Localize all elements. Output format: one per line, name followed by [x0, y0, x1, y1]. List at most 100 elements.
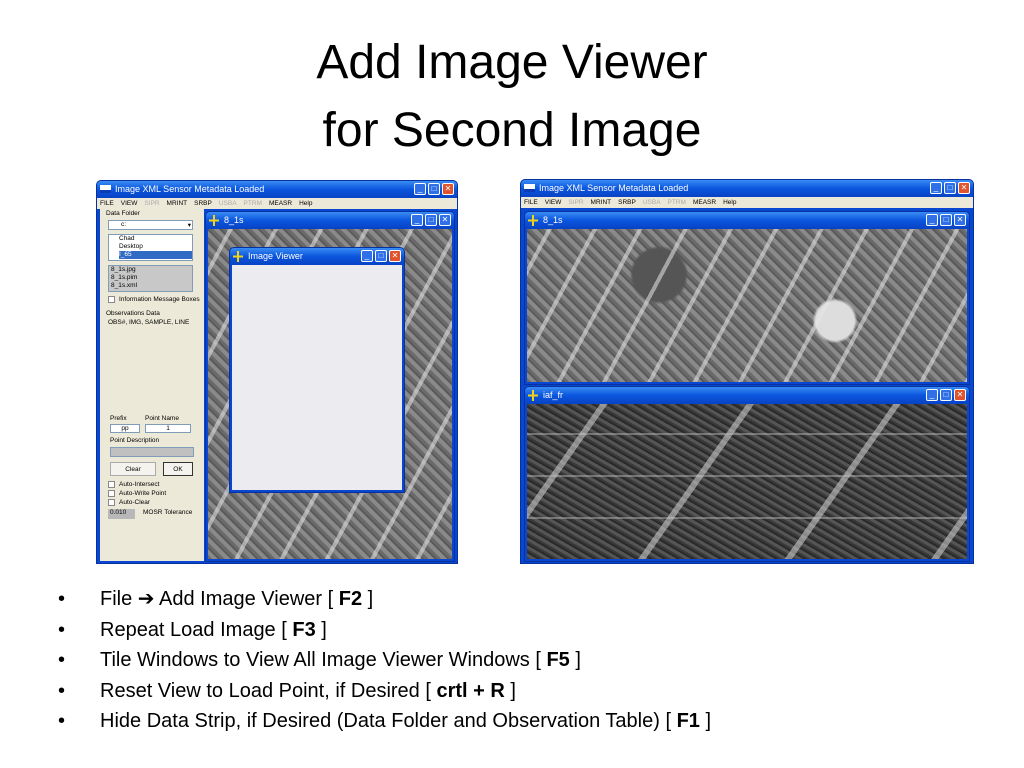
image-window-icon	[528, 390, 538, 401]
menu-srbp[interactable]: SRBP	[194, 198, 212, 209]
maximize-button[interactable]: □	[940, 214, 952, 226]
menu-mrint[interactable]: MRINT	[167, 198, 188, 209]
app-icon	[524, 184, 535, 192]
auto-clear-label: Auto-Clear	[119, 499, 151, 506]
app-window-left: Image XML Sensor Metadata Loaded _ □ ✕ FIL…	[96, 180, 458, 564]
maximize-button[interactable]: □	[944, 182, 956, 194]
menu-file[interactable]: FILE	[100, 198, 114, 209]
window-title: Image XML Sensor Metadata Loaded	[539, 183, 689, 193]
window-title: 8_1s	[224, 215, 244, 225]
point-name-label: Point Name	[145, 415, 179, 422]
menu-srbp[interactable]: SRBP	[618, 197, 636, 208]
minimize-button[interactable]: _	[926, 214, 938, 226]
clear-button[interactable]: Clear	[110, 462, 156, 476]
menu-help[interactable]: Help	[299, 198, 312, 209]
menu-sipr[interactable]: SIPR	[144, 198, 159, 209]
drive-select[interactable]: c: ▾	[108, 220, 193, 230]
minimize-button[interactable]: _	[411, 214, 423, 226]
ok-button[interactable]: OK	[163, 462, 193, 476]
image-window-iaf_fr: iaf_fr _ □ ✕	[524, 386, 970, 562]
image-window-8_1s: 8_1s _ □ ✕ Image Viewer _ □ ✕	[205, 211, 455, 562]
tolerance-label: MOSR Tolerance	[143, 509, 193, 516]
tolerance-input[interactable]: 0.010	[108, 509, 135, 519]
info-boxes-label: Information Message Boxes	[119, 296, 200, 303]
menu-view[interactable]: VIEW	[545, 197, 562, 208]
image-viewer-window: Image Viewer _ □ ✕	[229, 247, 405, 493]
auto-write-checkbox[interactable]	[108, 490, 115, 497]
window-title: 8_1s	[543, 215, 563, 225]
data-strip: Data Folder c: ▾ Chad Desktop I_65 8_1s.j…	[100, 209, 204, 561]
menu-bar: FILE VIEW SIPR MRINT SRBP USBA PTRM MEAS…	[521, 197, 973, 208]
bullet-item: Reset View to Load Point, if Desired [ c…	[58, 676, 711, 707]
empty-viewer-area[interactable]	[232, 265, 402, 490]
bullet-item: Repeat Load Image [ F3 ]	[58, 615, 711, 646]
bullet-item: Hide Data Strip, if Desired (Data Folder…	[58, 706, 711, 737]
image-window-icon	[233, 251, 243, 262]
chevron-down-icon: ▾	[187, 222, 191, 229]
menu-measr[interactable]: MEASR	[693, 197, 716, 208]
folder-item[interactable]: Chad	[119, 235, 192, 243]
folder-list[interactable]: Chad Desktop I_65	[108, 234, 193, 261]
folder-item-selected[interactable]: I_65	[119, 251, 192, 259]
aerial-image[interactable]	[527, 229, 967, 382]
menu-bar: FILE VIEW SIPR MRINT SRBP USBA PTRM MEAS…	[97, 198, 457, 209]
point-name-input[interactable]: 1	[145, 424, 191, 433]
window-title: iaf_fr	[543, 390, 564, 400]
app-icon	[100, 185, 111, 193]
point-desc-label: Point Description	[110, 437, 160, 444]
menu-mrint[interactable]: MRINT	[591, 197, 612, 208]
close-button[interactable]: ✕	[954, 389, 966, 401]
minimize-button[interactable]: _	[926, 389, 938, 401]
slide-title-line1: Add Image Viewer	[316, 36, 708, 89]
bullet-item: Tile Windows to View All Image Viewer Wi…	[58, 645, 711, 676]
prefix-input[interactable]: pp	[110, 424, 140, 433]
menu-help[interactable]: Help	[723, 197, 736, 208]
minimize-button[interactable]: _	[930, 182, 942, 194]
file-item[interactable]: 8_1s.jpg	[111, 266, 192, 274]
observations-header: OBS#, IMG, SAMPLE, LINE	[108, 319, 190, 326]
menu-usba[interactable]: USBA	[219, 198, 237, 209]
maximize-button[interactable]: □	[940, 389, 952, 401]
close-button[interactable]: ✕	[439, 214, 451, 226]
menu-ptrm[interactable]: PTRM	[244, 198, 262, 209]
prefix-label: Prefix	[110, 415, 127, 422]
aerial-image[interactable]	[527, 404, 967, 559]
minimize-button[interactable]: _	[361, 250, 373, 262]
menu-view[interactable]: VIEW	[121, 198, 138, 209]
observations-label: Observations Data	[106, 310, 160, 317]
data-folder-label: Data Folder	[106, 210, 140, 217]
auto-write-label: Auto-Write Point	[119, 490, 167, 497]
maximize-button[interactable]: □	[425, 214, 437, 226]
minimize-button[interactable]: _	[414, 183, 426, 195]
maximize-button[interactable]: □	[375, 250, 387, 262]
info-boxes-checkbox[interactable]	[108, 296, 115, 303]
auto-intersect-label: Auto-Intersect	[119, 481, 160, 488]
point-desc-input[interactable]	[110, 447, 194, 457]
maximize-button[interactable]: □	[428, 183, 440, 195]
menu-sipr[interactable]: SIPR	[568, 197, 583, 208]
app-window-right: Image XML Sensor Metadata Loaded _ □ ✕ FIL…	[520, 179, 974, 564]
file-list[interactable]: 8_1s.jpg 8_1s.pim 8_1s.xml	[108, 265, 193, 292]
menu-ptrm[interactable]: PTRM	[668, 197, 686, 208]
close-button[interactable]: ✕	[954, 214, 966, 226]
menu-file[interactable]: FILE	[524, 197, 538, 208]
bullet-item: File ➔ Add Image Viewer [ F2 ]	[58, 584, 711, 615]
folder-item[interactable]: Desktop	[119, 243, 192, 251]
window-title: Image Viewer	[248, 251, 303, 261]
close-button[interactable]: ✕	[442, 183, 454, 195]
close-button[interactable]: ✕	[958, 182, 970, 194]
image-window-8_1s: 8_1s _ □ ✕	[524, 211, 970, 385]
image-window-icon	[209, 215, 219, 226]
auto-intersect-checkbox[interactable]	[108, 481, 115, 488]
window-title: Image XML Sensor Metadata Loaded	[115, 184, 265, 194]
slide-title-line2: for Second Image	[322, 104, 702, 157]
menu-usba[interactable]: USBA	[643, 197, 661, 208]
drive-value: c:	[121, 221, 127, 228]
image-window-icon	[528, 215, 538, 226]
file-item[interactable]: 8_1s.xml	[111, 282, 192, 290]
file-item[interactable]: 8_1s.pim	[111, 274, 192, 282]
auto-clear-checkbox[interactable]	[108, 499, 115, 506]
close-button[interactable]: ✕	[389, 250, 401, 262]
bullet-list: File ➔ Add Image Viewer [ F2 ] Repeat Lo…	[58, 584, 711, 737]
menu-measr[interactable]: MEASR	[269, 198, 292, 209]
